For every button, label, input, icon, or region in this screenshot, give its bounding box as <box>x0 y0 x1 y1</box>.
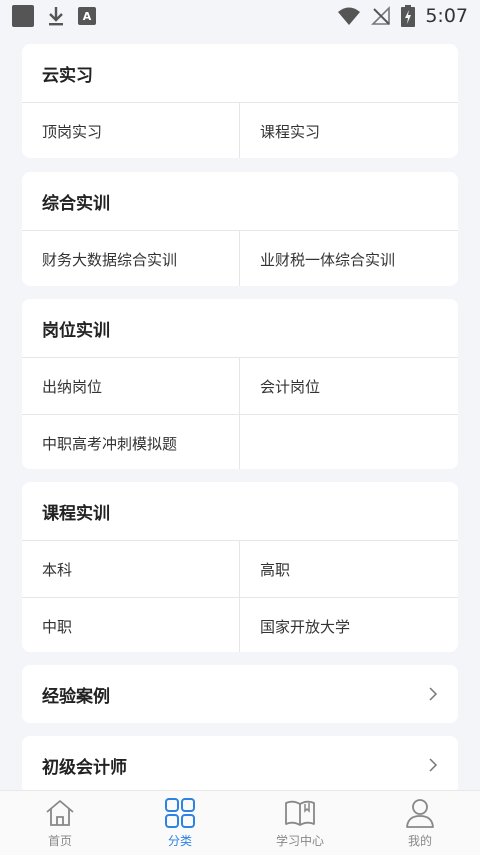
link-experience-cases[interactable]: 经验案例 <box>22 665 458 723</box>
item-open-university[interactable]: 国家开放大学 <box>240 598 458 652</box>
clock: 5:07 <box>425 5 468 27</box>
item-secondary-vocational[interactable]: 中职 <box>22 598 240 652</box>
tab-mine[interactable]: 我的 <box>360 791 480 855</box>
bottom-tab-bar: 首页 分类 学习中心 我的 <box>0 790 480 855</box>
tab-home[interactable]: 首页 <box>0 791 120 855</box>
tab-label: 首页 <box>47 833 72 848</box>
tab-label: 分类 <box>167 833 192 848</box>
item-cashier-position[interactable]: 出纳岗位 <box>22 358 240 414</box>
tab-learning-center[interactable]: 学习中心 <box>240 791 360 855</box>
section-title: 课程实训 <box>22 482 458 541</box>
app-notification-icon: A <box>78 7 96 25</box>
status-bar: A 5:07 <box>0 0 480 32</box>
battery-charging-icon <box>401 5 416 27</box>
empty-cell <box>240 415 458 469</box>
section-title: 云实习 <box>22 44 458 103</box>
tab-category[interactable]: 分类 <box>120 791 240 855</box>
wifi-icon <box>338 7 361 25</box>
section-row: 本科 高职 <box>22 541 458 597</box>
section-course-training: 课程实训 本科 高职 中职 国家开放大学 <box>22 482 458 652</box>
section-title: 综合实训 <box>22 172 458 231</box>
tab-label: 我的 <box>407 833 432 848</box>
grid-icon <box>165 797 195 828</box>
download-icon <box>49 7 63 26</box>
book-icon <box>285 800 315 826</box>
user-icon <box>406 798 434 828</box>
section-row: 中职高考冲刺模拟题 <box>22 414 458 469</box>
section-row: 财务大数据综合实训 业财税一体综合实训 <box>22 231 458 286</box>
section-position-training: 岗位实训 出纳岗位 会计岗位 中职高考冲刺模拟题 <box>22 299 458 469</box>
section-cloud-internship: 云实习 顶岗实习 课程实习 <box>22 44 458 158</box>
no-signal-icon <box>371 6 391 25</box>
item-higher-vocational[interactable]: 高职 <box>240 541 458 597</box>
chevron-right-icon <box>429 687 438 701</box>
chevron-right-icon <box>429 758 438 772</box>
section-row: 出纳岗位 会计岗位 <box>22 358 458 414</box>
link-junior-accountant[interactable]: 初级会计师 <box>22 736 458 794</box>
item-dinggang-internship[interactable]: 顶岗实习 <box>22 103 240 158</box>
item-accountant-position[interactable]: 会计岗位 <box>240 358 458 414</box>
notification-square-icon <box>12 5 34 27</box>
section-title: 岗位实训 <box>22 299 458 358</box>
item-course-internship[interactable]: 课程实习 <box>240 103 458 158</box>
item-vocational-exam-mock[interactable]: 中职高考冲刺模拟题 <box>22 415 240 469</box>
link-label: 经验案例 <box>42 686 110 707</box>
tab-label: 学习中心 <box>275 833 324 848</box>
home-icon <box>46 799 74 826</box>
item-business-finance-tax-training[interactable]: 业财税一体综合实训 <box>240 231 458 286</box>
section-row: 中职 国家开放大学 <box>22 597 458 652</box>
item-undergraduate[interactable]: 本科 <box>22 541 240 597</box>
section-row: 顶岗实习 课程实习 <box>22 103 458 158</box>
item-finance-bigdata-training[interactable]: 财务大数据综合实训 <box>22 231 240 286</box>
section-comprehensive-training: 综合实训 财务大数据综合实训 业财税一体综合实训 <box>22 172 458 286</box>
link-label: 初级会计师 <box>42 757 127 778</box>
